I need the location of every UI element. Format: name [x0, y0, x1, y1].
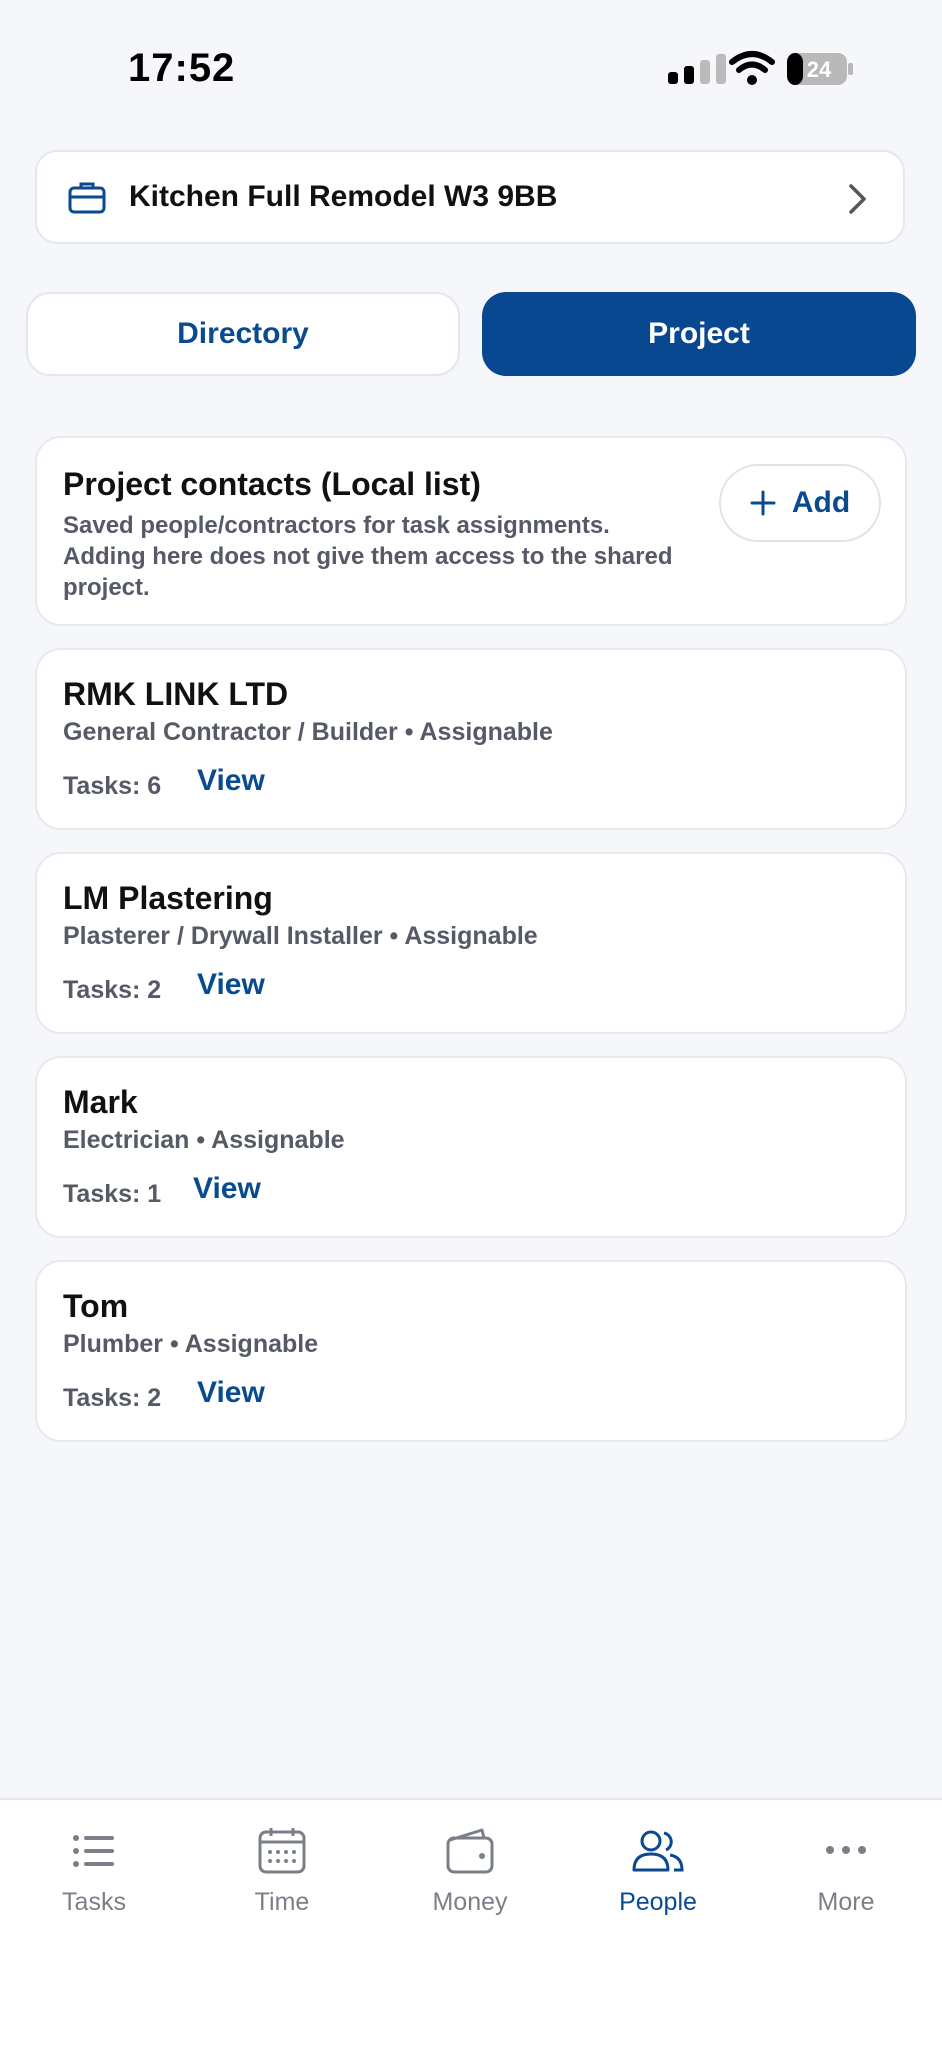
nav-label: More — [817, 1888, 875, 1916]
contact-task-count: Tasks: 1 — [63, 1180, 162, 1208]
bottom-nav: Tasks Time Money People More — [0, 1798, 942, 2050]
people-icon — [632, 1830, 684, 1872]
view-contact-link[interactable]: View — [197, 968, 265, 1002]
list-icon — [73, 1835, 114, 1867]
nav-label: Money — [432, 1888, 508, 1916]
contact-role: Electrician • Assignable — [63, 1126, 345, 1154]
wallet-icon — [446, 1828, 494, 1874]
view-contact-link[interactable]: View — [197, 764, 265, 798]
cellular-signal-icon — [668, 54, 726, 84]
nav-money[interactable]: Money — [376, 1814, 564, 1924]
status-bar: 17:52 24 — [0, 0, 942, 120]
contact-name: Tom — [63, 1288, 129, 1324]
contact-task-count: Tasks: 6 — [63, 772, 162, 800]
contact-card[interactable]: RMK LINK LTD General Contractor / Builde… — [35, 648, 907, 830]
tab-project[interactable]: Project — [482, 292, 916, 376]
contact-role: Plasterer / Drywall Installer • Assignab… — [63, 922, 538, 950]
nav-more[interactable]: More — [752, 1814, 940, 1924]
nav-time[interactable]: Time — [188, 1814, 376, 1924]
plus-icon — [750, 490, 776, 516]
contact-name: RMK LINK LTD — [63, 676, 289, 712]
chevron-right-icon — [849, 184, 866, 214]
add-contact-button[interactable]: Add — [719, 464, 881, 542]
contact-card[interactable]: LM Plastering Plasterer / Drywall Instal… — [35, 852, 907, 1034]
nav-label: People — [619, 1888, 697, 1916]
view-contact-link[interactable]: View — [197, 1376, 265, 1410]
status-time: 17:52 — [128, 46, 236, 90]
nav-people[interactable]: People — [564, 1814, 752, 1924]
section-title: Project contacts (Local list) — [63, 466, 481, 502]
contact-task-count: Tasks: 2 — [63, 1384, 162, 1412]
tab-directory[interactable]: Directory — [26, 292, 460, 376]
contact-task-count: Tasks: 2 — [63, 976, 162, 1004]
add-contact-label: Add — [791, 486, 851, 519]
project-title: Kitchen Full Remodel W3 9BB — [129, 180, 558, 213]
wifi-icon — [729, 51, 775, 85]
project-contacts-header: Project contacts (Local list) Saved peop… — [35, 436, 907, 626]
nav-tasks[interactable]: Tasks — [0, 1814, 188, 1924]
contact-role: Plumber • Assignable — [63, 1330, 319, 1358]
more-icon — [826, 1846, 866, 1854]
briefcase-icon — [68, 182, 106, 214]
contact-card[interactable]: Tom Plumber • Assignable Tasks: 2 View — [35, 1260, 907, 1442]
contact-card[interactable]: Mark Electrician • Assignable Tasks: 1 V… — [35, 1056, 907, 1238]
calendar-icon — [258, 1828, 306, 1874]
project-selector[interactable]: Kitchen Full Remodel W3 9BB — [35, 150, 905, 244]
scope-tabs: Directory Project — [26, 292, 916, 376]
nav-label: Tasks — [62, 1888, 126, 1916]
contact-name: Mark — [63, 1084, 138, 1120]
section-description: Saved people/contractors for task assign… — [63, 512, 673, 601]
battery-level: 24 — [807, 57, 832, 82]
view-contact-link[interactable]: View — [193, 1172, 261, 1206]
contact-role: General Contractor / Builder • Assignabl… — [63, 718, 553, 746]
battery-icon: 24 — [787, 53, 853, 85]
contact-name: LM Plastering — [63, 880, 273, 916]
nav-label: Time — [254, 1888, 310, 1916]
